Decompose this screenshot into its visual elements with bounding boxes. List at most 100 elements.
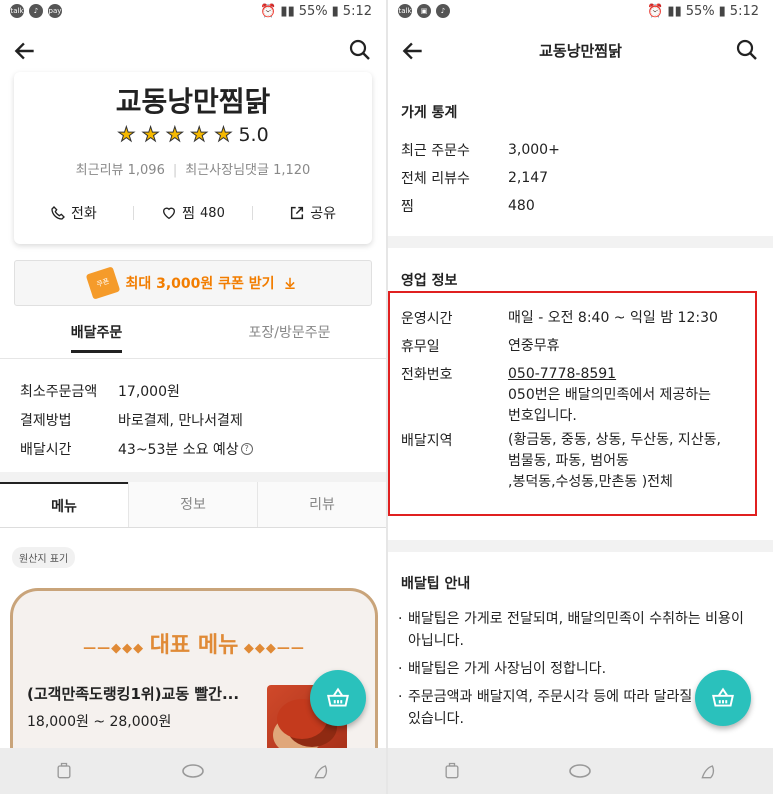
page-title: 교동낭만찜닭 bbox=[539, 42, 622, 60]
stat-row: 전체 리뷰수 2,147 bbox=[401, 168, 560, 196]
content-tabs: 메뉴 정보 리뷰 bbox=[0, 482, 386, 528]
phone-icon bbox=[51, 206, 65, 220]
biz-row: 운영시간 매일 - 오전 8:40 ~ 익일 밤 12:30 bbox=[401, 308, 721, 336]
coupon-tag-icon: 쿠폰 bbox=[86, 266, 121, 300]
help-icon[interactable]: ? bbox=[240, 442, 253, 455]
stat-row: 찜 480 bbox=[401, 196, 560, 224]
rating-value: 5.0 bbox=[238, 124, 269, 146]
music-icon: ♪ bbox=[29, 4, 43, 18]
battery-icon: ▮ bbox=[718, 4, 726, 19]
menu-item-price: 18,000원 ~ 28,000원 bbox=[27, 714, 172, 730]
store-actions: 전화 찜 480 공유 bbox=[14, 203, 372, 223]
stat-row: 최근 주문수 3,000+ bbox=[401, 140, 560, 168]
tip-text: 있습니다. bbox=[408, 711, 464, 727]
review-counts: 최근리뷰 1,096 | 최근사장님댓글 1,120 bbox=[75, 163, 311, 178]
tip-text: 주문금액과 배달지역, 주문시각 등에 따라 달라질 수 bbox=[408, 689, 710, 705]
featured-menu-title: 대표 메뉴 bbox=[149, 633, 239, 658]
download-arrow-icon bbox=[284, 277, 295, 290]
owner-comment-count[interactable]: 최근사장님댓글 1,120 bbox=[185, 163, 310, 178]
heart-icon bbox=[163, 207, 176, 220]
info-key: 배달시간 bbox=[20, 441, 72, 458]
tab-info[interactable]: 정보 bbox=[128, 482, 257, 527]
holiday-key: 휴무일 bbox=[401, 339, 440, 355]
cart-button[interactable] bbox=[310, 670, 366, 726]
status-bar: talk ▣ ♪ ⏰ ▮▮ 55% ▮ 5:12 bbox=[388, 0, 773, 26]
pay-icon: pay bbox=[48, 4, 62, 18]
music-icon: ♪ bbox=[436, 4, 450, 18]
tab-pickup[interactable]: 포장/방문주문 bbox=[193, 322, 386, 360]
cart-button[interactable] bbox=[695, 670, 751, 726]
bowl-icon bbox=[182, 764, 204, 778]
like-label: 찜 bbox=[182, 206, 196, 222]
nav-profile[interactable] bbox=[645, 748, 773, 794]
face-icon bbox=[314, 765, 327, 779]
nav-bowl[interactable] bbox=[516, 748, 644, 794]
basket-icon bbox=[327, 687, 349, 707]
store-info-card: 교동낭만찜닭 ★ ★ ★ ★ ★ 5.0 최근리뷰 1,096 | 최근사장님댓글 1… bbox=[14, 72, 372, 244]
stat-key: 전체 리뷰수 bbox=[401, 171, 470, 187]
biz-row: 배달지역 (황금동, 중동, 상동, 두산동, 지산동, 범물동, 파동, 범어동… bbox=[401, 430, 721, 498]
nav-bowl[interactable] bbox=[129, 748, 258, 794]
box-icon bbox=[57, 762, 71, 779]
star-icon: ★ bbox=[141, 122, 160, 147]
nav-home[interactable] bbox=[388, 748, 516, 794]
tip-text: 배달팁은 가게 사장님이 정합니다. bbox=[408, 661, 607, 677]
search-icon[interactable] bbox=[735, 38, 759, 62]
origin-label-chip[interactable]: 원산지 표기 bbox=[12, 547, 76, 568]
area-key: 배달지역 bbox=[401, 433, 453, 449]
area-line: 범물동, 파동, 범어동 bbox=[508, 453, 629, 469]
nav-home[interactable] bbox=[0, 748, 129, 794]
recent-review-count[interactable]: 최근리뷰 1,096 bbox=[76, 163, 165, 178]
talk-icon: talk bbox=[10, 4, 24, 18]
menu-item-name[interactable]: (고객만족도랭킹1위)교동 빨간... bbox=[27, 683, 239, 704]
info-key: 결제방법 bbox=[20, 412, 72, 429]
stat-key: 최근 주문수 bbox=[401, 143, 470, 159]
star-icon: ★ bbox=[165, 122, 184, 147]
stats-list: 최근 주문수 3,000+ 전체 리뷰수 2,147 찜 480 bbox=[401, 140, 560, 224]
coupon-button[interactable]: 쿠폰 최대 3,000원 쿠폰 받기 bbox=[14, 260, 372, 306]
call-button[interactable]: 전화 bbox=[14, 203, 133, 223]
phone-note: 050번은 배달의민족에서 제공하는 bbox=[508, 387, 712, 403]
like-button[interactable]: 찜 480 bbox=[134, 203, 253, 223]
image-icon: ▣ bbox=[417, 4, 431, 18]
phone-note: 번호입니다. bbox=[508, 408, 577, 424]
back-arrow-icon[interactable] bbox=[12, 38, 38, 64]
tip-text: 아닙니다. bbox=[408, 633, 464, 649]
tab-review[interactable]: 리뷰 bbox=[257, 482, 386, 527]
stat-key: 찜 bbox=[401, 199, 414, 215]
tab-delivery[interactable]: 배달주문 bbox=[0, 322, 193, 360]
tab-menu[interactable]: 메뉴 bbox=[0, 482, 128, 527]
store-info-screen: talk ▣ ♪ ⏰ ▮▮ 55% ▮ 5:12 교동낭만찜닭 가게 통계 최근 주문수… bbox=[388, 0, 773, 794]
star-icon: ★ bbox=[190, 122, 209, 147]
star-icon: ★ bbox=[214, 122, 233, 147]
rating-stars: ★ ★ ★ ★ ★ 5.0 bbox=[14, 122, 372, 147]
store-main-screen: talk ♪ pay ⏰ ▮▮ 55% ▮ 5:12 교동낭만찜닭 ★ ★ ★ ★ ★ 5… bbox=[0, 0, 386, 794]
area-line: (황금동, 중동, 상동, 두산동, 지산동, bbox=[508, 432, 721, 448]
clock: 5:12 bbox=[342, 4, 372, 19]
info-value: 17,000원 bbox=[118, 383, 180, 400]
bottom-nav bbox=[0, 748, 386, 794]
call-label: 전화 bbox=[70, 206, 97, 222]
battery-level: 55% bbox=[298, 4, 328, 19]
biz-row: 휴무일 연중무휴 bbox=[401, 336, 721, 364]
basket-icon bbox=[712, 687, 734, 707]
talk-icon: talk bbox=[398, 4, 412, 18]
tip-item: · 배달팁은 가게로 전달되며, 배달의민족이 수취하는 비용이 아닙니다. bbox=[398, 611, 744, 649]
info-value: 바로결제, 만나서결제 bbox=[118, 412, 243, 429]
search-icon[interactable] bbox=[348, 38, 372, 62]
box-icon bbox=[445, 762, 459, 779]
battery-level: 55% bbox=[685, 4, 715, 19]
tip-text: 배달팁은 가게로 전달되며, 배달의민족이 수취하는 비용이 bbox=[408, 611, 744, 627]
share-button[interactable]: 공유 bbox=[253, 203, 372, 223]
featured-menu-header: ——◆◆◆ 대표 메뉴 ◆◆◆—— bbox=[83, 633, 305, 658]
battery-icon: ▮ bbox=[331, 4, 339, 19]
holiday-value: 연중무휴 bbox=[508, 338, 560, 354]
stats-title: 가게 통계 bbox=[401, 105, 458, 121]
nav-profile[interactable] bbox=[257, 748, 386, 794]
hours-key: 운영시간 bbox=[401, 311, 453, 327]
info-row: 결제방법 바로결제, 만나서결제 bbox=[20, 405, 253, 434]
tab-delivery-label: 배달주문 bbox=[70, 322, 123, 353]
tab-pickup-label: 포장/방문주문 bbox=[248, 325, 331, 341]
phone-link[interactable]: 050-7778-8591 bbox=[508, 366, 616, 382]
info-value: 43~53분 소요 예상 bbox=[118, 441, 239, 458]
